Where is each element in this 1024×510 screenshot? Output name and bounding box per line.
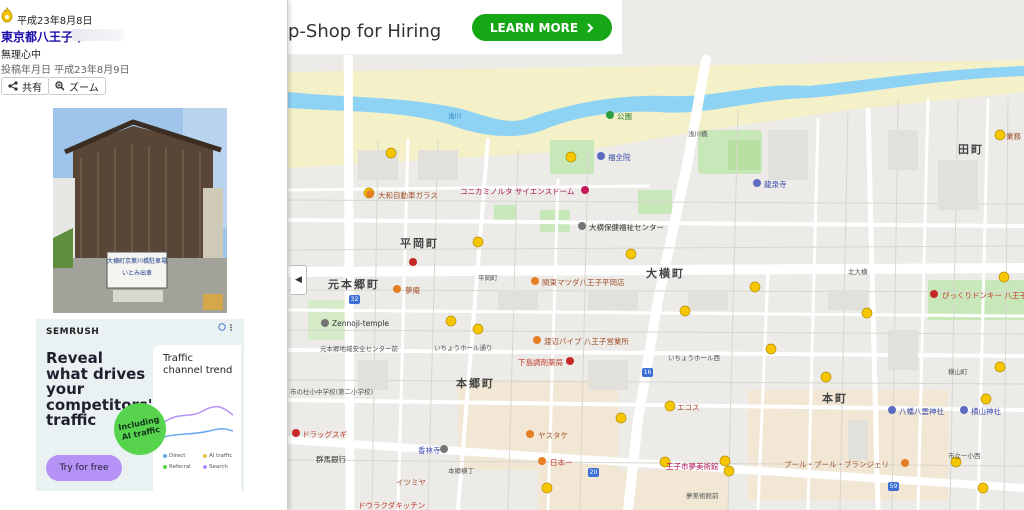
poi-itoyoka[interactable]: イツミヤ (396, 477, 426, 488)
district-label: 田町 (958, 143, 984, 156)
legend-item: Referral (163, 464, 191, 470)
zoom-icon (55, 81, 65, 91)
poi-donki[interactable]: びっくりドンキー 八王子 (942, 290, 1024, 301)
poi-daiwa[interactable]: 大和自動車ガラス (378, 190, 438, 201)
ad-info-icon[interactable] (218, 323, 234, 331)
share-label: 共有 (22, 82, 42, 94)
road-label: 市立一小西 (948, 452, 981, 460)
poi-park[interactable]: 公園 (617, 111, 632, 122)
road-label: いちょうホール西 (668, 354, 720, 362)
road-label: 夢美術館前 (686, 492, 719, 500)
poi-ohyoko-center[interactable]: 大横保健福祉センター (589, 222, 664, 233)
redacted-address (72, 29, 124, 41)
poi-zennoji[interactable]: Zennoji-temple (332, 319, 389, 328)
share-button[interactable]: 共有 (1, 77, 49, 95)
ad-chart-card: Traffic channel trend Direct AI traffic … (153, 345, 241, 491)
district-label: 平岡町 (400, 237, 439, 250)
zoom-button[interactable]: ズーム (48, 77, 106, 95)
poi-ryusenji[interactable]: 龍泉寺 (764, 179, 787, 190)
route-shield: 20 (588, 468, 599, 477)
poi-dorakura[interactable]: ドウラクダキッチン (358, 500, 425, 510)
poi-ecos[interactable]: エコス (677, 402, 700, 413)
legend-item: AI traffic (203, 453, 232, 459)
post-date: 投稿年月日 平成23年8月9日 (1, 65, 130, 76)
poi-nihonichi[interactable]: 日本一 (550, 457, 573, 468)
route-shield: 16 (642, 368, 653, 377)
poi-pool[interactable]: プール・プール・ブランジェリ (784, 459, 889, 470)
poi-gyomu[interactable]: 業務 (1006, 131, 1021, 142)
chevron-left-icon: ◀ (295, 275, 302, 285)
incident-photo[interactable]: 大横町京葉川橋駐車場 いとみ出車 (53, 108, 227, 313)
route-shield: 59 (888, 482, 899, 491)
road-label: 元本郷地域安全センター前 (320, 345, 398, 353)
poi-drug[interactable]: ドラッグスギ (302, 429, 347, 440)
ad-brand: SEMRUSH (46, 327, 100, 337)
district-label: 大横町 (646, 267, 685, 280)
poi-yumean[interactable]: 夢庵 (405, 285, 420, 296)
zoom-label: ズーム (69, 82, 99, 94)
share-icon (8, 81, 18, 91)
route-shield: 32 (349, 295, 360, 304)
road-label: 北大横 (848, 268, 868, 276)
legend-item: Search (203, 464, 228, 470)
sidebar-ad[interactable]: SEMRUSH Reveal what drives your competit… (36, 319, 244, 491)
incident-note: 無理心中 (1, 50, 41, 61)
road-label: いちょうホール通り (434, 344, 493, 352)
top-banner-ad[interactable]: p-Shop for Hiring LEARN MORE (288, 0, 622, 55)
legend-item: Direct (163, 453, 185, 459)
poi-yumebi[interactable]: 王子市夢美術館 (666, 461, 719, 472)
poi-watanabe[interactable]: 渡辺パイプ 八王子営業所 (544, 336, 629, 347)
learn-more-button[interactable]: LEARN MORE (472, 14, 612, 41)
ad-card-title: Traffic channel trend (163, 353, 233, 376)
poi-konica[interactable]: コニカミノルタ サイエンスドーム (460, 186, 574, 197)
river-label: 浅川 (448, 112, 461, 120)
collapse-panel-button[interactable]: ◀ (291, 265, 307, 295)
road-label: 横山町 (948, 368, 968, 376)
photo-sign-text: 大横町京葉川橋駐車場 (107, 257, 167, 265)
ad-trend-lines (162, 405, 234, 438)
chevron-right-icon (587, 22, 594, 33)
poi-yasutake[interactable]: ヤスタケ (538, 430, 568, 441)
poi-hachiman[interactable]: 八幡八雲神社 (899, 406, 944, 417)
learn-more-label: LEARN MORE (489, 20, 579, 35)
incident-date: 平成23年8月8日 (17, 16, 93, 27)
road-label: 浅川橋 (688, 130, 708, 138)
try-for-free-button[interactable]: Try for free (46, 455, 122, 481)
road-label: 平岡町 (478, 274, 498, 282)
poi-kanto-mazda[interactable]: 関東マツダ八王子平岡店 (542, 277, 625, 288)
photo-sign-subtext: いとみ出車 (122, 269, 152, 277)
poi-fukuzen[interactable]: 福全院 (608, 152, 631, 163)
road-label: 市の杜小中学校(第二小学校) (290, 388, 374, 396)
top-ad-text: p-Shop for Hiring (288, 21, 442, 42)
poi-kourinji[interactable]: 香林寺 (418, 445, 441, 456)
info-panel: 平成23年8月8日 東京都八王子市: 無理心中 投稿年月日 平成23年8月9日 … (0, 0, 288, 510)
district-label: 本郷町 (456, 377, 495, 390)
district-label: 本町 (822, 392, 848, 405)
poi-shimomura[interactable]: 下島調剤薬局 (518, 357, 563, 368)
district-label: 元本郷町 (328, 278, 380, 291)
map-canvas[interactable]: 平岡町 元本郷町 大横町 本郷町 本町 田町 浅川 公園 福全院 龍泉寺 コニカ… (288, 0, 1024, 510)
poi-gunma[interactable]: 群馬銀行 (316, 454, 346, 465)
fire-marker-icon (1, 7, 13, 23)
poi-yokoyama[interactable]: 横山神社 (971, 406, 1001, 417)
map-tiles (288, 0, 1024, 510)
road-label: 本郷横丁 (448, 467, 474, 475)
